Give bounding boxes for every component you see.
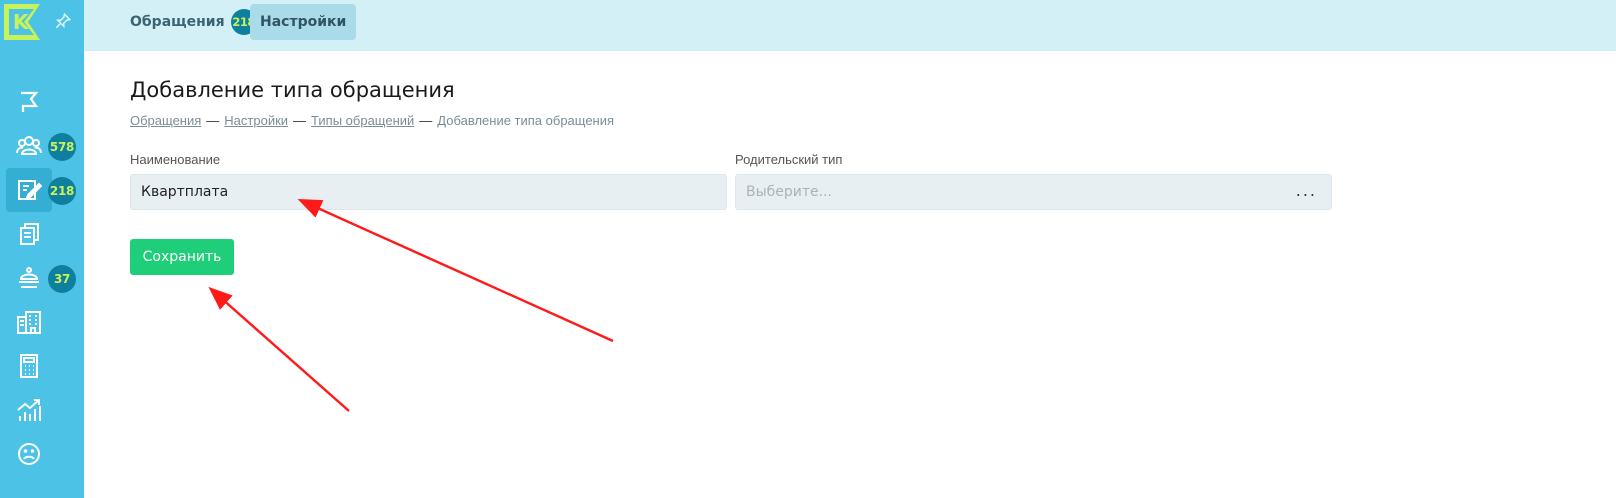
sidebar-item-flag[interactable] — [6, 80, 52, 124]
annotation-arrows — [208, 199, 614, 412]
breadcrumb: Обращения — Настройки — Типы обращений —… — [130, 113, 614, 128]
breadcrumb-separator: — — [206, 113, 220, 128]
page-title: Добавление типа обращения — [130, 78, 455, 102]
logo-k-icon: K — [4, 4, 40, 40]
calculator-icon — [20, 354, 38, 378]
sidebar-item-appeals[interactable] — [6, 168, 52, 212]
sad-face-icon — [18, 443, 40, 465]
building-icon — [17, 311, 41, 334]
sidebar-item-documents[interactable] — [6, 212, 52, 256]
breadcrumb-separator: — — [419, 113, 433, 128]
sidebar-item-users[interactable] — [6, 124, 52, 168]
breadcrumb-current: Добавление типа обращения — [437, 113, 615, 128]
sidebar-item-calculator[interactable] — [6, 344, 52, 388]
growth-chart-icon — [17, 399, 41, 421]
svg-text:K: K — [13, 10, 30, 34]
tab-appeals-label: Обращения — [130, 14, 225, 30]
breadcrumb-link-appeals[interactable]: Обращения — [130, 113, 201, 128]
tab-settings-label: Настройки — [260, 14, 347, 30]
top-bar: Обращения 218 Настройки — [84, 0, 1616, 51]
save-button[interactable]: Сохранить — [130, 239, 234, 275]
users-count-badge: 578 — [48, 133, 76, 161]
service-tray-icon — [19, 267, 39, 288]
parent-type-label: Родительский тип — [735, 152, 843, 167]
edit-note-icon — [18, 180, 42, 200]
breadcrumb-separator: — — [293, 113, 307, 128]
parent-type-placeholder: Выберите... — [746, 184, 833, 200]
users-group-icon — [16, 136, 42, 155]
more-options-icon[interactable]: ... — [1296, 181, 1317, 200]
tab-appeals[interactable]: Обращения 218 — [130, 4, 257, 40]
name-input[interactable]: Квартплата — [130, 174, 727, 210]
name-field-label: Наименование — [130, 152, 221, 167]
breadcrumb-link-appeal-types[interactable]: Типы обращений — [311, 113, 414, 128]
sidebar-item-complaints[interactable] — [6, 432, 52, 476]
sidebar: K 578 218 37 — [0, 0, 84, 498]
sidebar-item-services[interactable] — [6, 256, 52, 300]
arrow-to-name-input — [297, 199, 614, 343]
services-count-badge: 37 — [48, 265, 76, 293]
parent-type-select[interactable]: Выберите... ... — [735, 174, 1332, 210]
pin-icon[interactable] — [54, 12, 74, 32]
documents-icon — [20, 223, 39, 245]
flag-icon — [21, 91, 39, 112]
tab-settings[interactable]: Настройки — [250, 4, 357, 40]
arrow-to-save-button — [208, 286, 350, 412]
breadcrumb-link-settings[interactable]: Настройки — [224, 113, 288, 128]
logo[interactable]: K — [2, 2, 42, 42]
name-input-value: Квартплата — [141, 184, 229, 200]
sidebar-item-analytics[interactable] — [6, 388, 52, 432]
sidebar-item-buildings[interactable] — [6, 300, 52, 344]
appeals-count-badge: 218 — [48, 177, 76, 205]
